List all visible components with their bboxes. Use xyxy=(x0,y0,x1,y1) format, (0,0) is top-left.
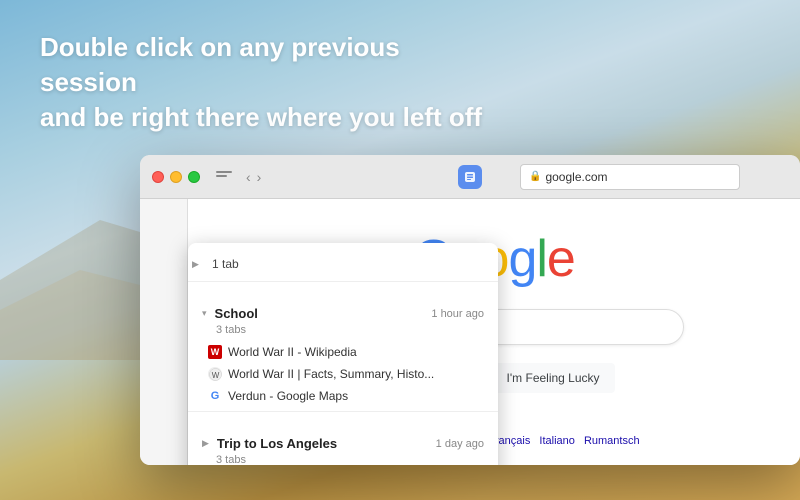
browser-window: ‹ › 🔒 google.com Google xyxy=(140,155,800,465)
traffic-lights xyxy=(152,171,200,183)
headline-line1: Double click on any previous session xyxy=(40,32,400,97)
lang-rumantsch[interactable]: Rumantsch xyxy=(584,435,640,447)
session-1-row[interactable]: ▶ 1 tab xyxy=(188,249,498,277)
tab-toggle-icon[interactable] xyxy=(216,171,232,183)
logo-l: l xyxy=(536,230,547,288)
school-tab-count-label: 3 tabs xyxy=(216,324,246,336)
sessions-dropdown: ▶ 1 tab ▾ School 1 hour ago 3 tabs xyxy=(188,243,498,465)
session-trip-time: 1 day ago xyxy=(436,438,484,450)
tab-toggle-line1 xyxy=(216,171,232,173)
tab-title-history: World War II | Facts, Summary, Histo... xyxy=(228,367,434,381)
tab-row-wikipedia[interactable]: W World War II - Wikipedia xyxy=(188,341,498,363)
session-item-school: ▾ School 1 hour ago 3 tabs W World War I… xyxy=(188,292,498,422)
session-school-tab-count: 3 tabs xyxy=(188,323,498,341)
tab-toggle-line2 xyxy=(216,175,227,177)
tab-title-maps: Verdun - Google Maps xyxy=(228,389,348,403)
traffic-light-maximize[interactable] xyxy=(188,171,200,183)
lock-icon: 🔒 xyxy=(529,171,541,182)
wikipedia-favicon: W xyxy=(208,345,222,359)
headline: Double click on any previous session and… xyxy=(40,30,500,135)
nav-arrows: ‹ › xyxy=(246,169,261,185)
traffic-light-minimize[interactable] xyxy=(170,171,182,183)
traffic-light-close[interactable] xyxy=(152,171,164,183)
browser-content: Google 🔍 Google Search I'm Feeling Lucky… xyxy=(140,199,800,465)
chevron-right-icon: ▶ xyxy=(192,259,199,270)
separator xyxy=(188,281,498,282)
session-school-name: School xyxy=(215,306,258,321)
trip-tab-count-label: 3 tabs xyxy=(216,454,246,465)
logo-g2: g xyxy=(508,230,536,288)
address-text: google.com xyxy=(545,170,607,184)
svg-text:W: W xyxy=(211,371,219,380)
separator-2 xyxy=(188,411,498,412)
chevron-trip-icon: ▶ xyxy=(202,438,209,449)
chevron-down-icon: ▾ xyxy=(202,308,207,319)
address-bar[interactable]: 🔒 google.com xyxy=(520,164,740,190)
history-favicon: W xyxy=(208,367,222,381)
logo-e: e xyxy=(547,230,575,288)
session-item-unnamed: ▶ 1 tab xyxy=(188,243,498,292)
tab-row-history[interactable]: W World War II | Facts, Summary, Histo..… xyxy=(188,363,498,385)
session-item-trip: ▶ Trip to Los Angeles 1 day ago 3 tabs xyxy=(188,422,498,465)
tab-title-wikipedia: World War II - Wikipedia xyxy=(228,345,357,359)
feeling-lucky-button[interactable]: I'm Feeling Lucky xyxy=(492,363,615,393)
session-school-time: 1 hour ago xyxy=(431,308,484,320)
browser-titlebar: ‹ › 🔒 google.com xyxy=(140,155,800,199)
session-1-tab-count: 1 tab xyxy=(212,257,239,271)
maps-favicon: G xyxy=(208,389,222,403)
forward-button[interactable]: › xyxy=(257,169,262,185)
session-trip-name: Trip to Los Angeles xyxy=(217,436,337,451)
extension-icon[interactable] xyxy=(458,165,482,189)
headline-line2: and be right there where you left off xyxy=(40,102,482,132)
browser-sidebar xyxy=(140,199,188,465)
lang-italiano[interactable]: Italiano xyxy=(539,435,574,447)
session-school-header[interactable]: ▾ School 1 hour ago xyxy=(188,298,498,323)
session-trip-header[interactable]: ▶ Trip to Los Angeles 1 day ago xyxy=(188,428,498,453)
session-trip-tab-count: 3 tabs xyxy=(188,453,498,465)
tab-row-maps[interactable]: G Verdun - Google Maps xyxy=(188,385,498,407)
back-button[interactable]: ‹ xyxy=(246,169,251,185)
